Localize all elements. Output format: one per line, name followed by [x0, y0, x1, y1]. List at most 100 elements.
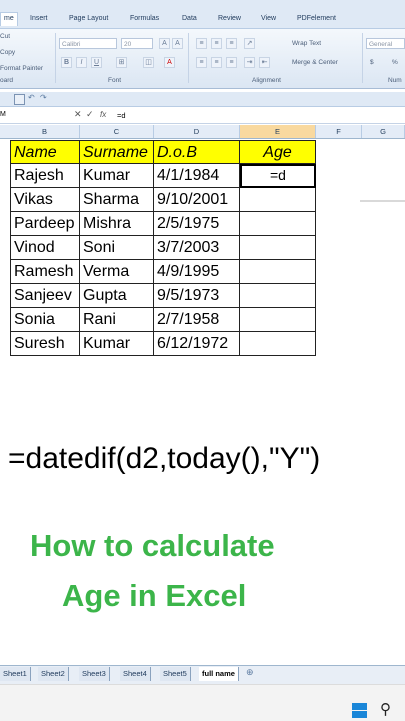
cell-name[interactable]: Pardeep — [10, 212, 80, 236]
insert-sheet-icon[interactable]: ⊕ — [246, 667, 254, 678]
fill-color-icon[interactable]: ◫ — [143, 57, 154, 68]
cell-surname[interactable]: Sharma — [80, 188, 154, 212]
cell-name[interactable]: Vinod — [10, 236, 80, 260]
cell-age[interactable] — [240, 308, 316, 332]
font-size-box[interactable]: 20 — [121, 38, 153, 49]
cell-dob[interactable]: 9/5/1973 — [154, 284, 240, 308]
cell-age[interactable] — [240, 332, 316, 356]
tab-formulas[interactable]: Formulas — [130, 15, 159, 22]
sheet-tab-active[interactable]: full name — [199, 667, 239, 681]
cell-surname[interactable]: Kumar — [80, 164, 154, 188]
formula-bar: M ✕ ✓ fx =d — [0, 108, 405, 124]
column-header-c[interactable]: C — [80, 125, 154, 138]
column-header-bar: B C D E F G — [0, 125, 405, 139]
enter-icon[interactable]: ✓ — [86, 109, 94, 120]
column-header-f[interactable]: F — [316, 125, 362, 138]
ribbon-tab-bar: me Insert Page Layout Formulas Data Revi… — [0, 0, 405, 29]
format-painter-button[interactable]: Format Painter — [0, 65, 43, 72]
cell-surname[interactable]: Kumar — [80, 332, 154, 356]
cell-dob[interactable]: 6/12/1972 — [154, 332, 240, 356]
header-dob[interactable]: D.o.B — [154, 140, 240, 164]
sheet-tab[interactable]: Sheet2 — [38, 667, 69, 681]
cell-name[interactable]: Ramesh — [10, 260, 80, 284]
column-header-d[interactable]: D — [154, 125, 240, 138]
font-color-icon[interactable]: A — [164, 57, 175, 68]
merge-center-button[interactable]: Merge & Center — [292, 59, 338, 66]
column-header-g[interactable]: G — [362, 125, 405, 138]
tab-review[interactable]: Review — [218, 15, 241, 22]
cell-surname[interactable]: Mishra — [80, 212, 154, 236]
cell-age[interactable] — [240, 212, 316, 236]
font-name-box[interactable]: Calibri — [59, 38, 117, 49]
cell-dob[interactable]: 3/7/2003 — [154, 236, 240, 260]
column-header-b[interactable]: B — [10, 125, 80, 138]
cell-name[interactable]: Sanjeev — [10, 284, 80, 308]
italic-button[interactable]: I — [76, 57, 87, 68]
function-icon[interactable]: fx — [100, 110, 106, 119]
align-left-icon[interactable]: ≡ — [196, 57, 207, 68]
cancel-icon[interactable]: ✕ — [74, 109, 82, 120]
cell-dob[interactable]: 9/10/2001 — [154, 188, 240, 212]
formula-content[interactable]: =d — [117, 111, 126, 120]
wrap-text-button[interactable]: Wrap Text — [292, 40, 321, 47]
cell-dob[interactable]: 4/9/1995 — [154, 260, 240, 284]
name-box[interactable]: M — [0, 111, 6, 118]
sheet-tab[interactable]: Sheet1 — [0, 667, 31, 681]
cell-surname[interactable]: Gupta — [80, 284, 154, 308]
cell-dob[interactable]: 2/7/1958 — [154, 308, 240, 332]
cell-name[interactable]: Suresh — [10, 332, 80, 356]
shrink-font-button[interactable]: A — [172, 38, 183, 49]
cell-name[interactable]: Sonia — [10, 308, 80, 332]
cell-age-active[interactable]: =d — [240, 164, 316, 188]
align-center-icon[interactable]: ≡ — [211, 57, 222, 68]
cell-age[interactable] — [240, 188, 316, 212]
align-middle-icon[interactable]: ≡ — [211, 38, 222, 49]
cell-age[interactable] — [240, 236, 316, 260]
cell-surname[interactable]: Soni — [80, 236, 154, 260]
redo-icon[interactable]: ↷ — [40, 93, 47, 102]
outdent-icon[interactable]: ⇤ — [259, 57, 270, 68]
copy-button[interactable]: Copy — [0, 49, 15, 56]
underline-button[interactable]: U — [91, 57, 102, 68]
cell-age[interactable] — [240, 260, 316, 284]
tab-pdfelement[interactable]: PDFelement — [297, 15, 336, 22]
cell-age[interactable] — [240, 284, 316, 308]
align-top-icon[interactable]: ≡ — [196, 38, 207, 49]
search-icon[interactable]: ⚲ — [380, 700, 391, 718]
header-surname[interactable]: Surname — [80, 140, 154, 164]
header-age[interactable]: Age — [240, 140, 316, 164]
indent-icon[interactable]: ⇥ — [244, 57, 255, 68]
tab-view[interactable]: View — [261, 15, 276, 22]
cell-name[interactable]: Vikas — [10, 188, 80, 212]
sheet-tab-bar: Sheet1 Sheet2 Sheet3 Sheet4 Sheet5 full … — [0, 665, 405, 684]
save-icon[interactable] — [14, 94, 25, 105]
cell-surname[interactable]: Rani — [80, 308, 154, 332]
tab-page-layout[interactable]: Page Layout — [69, 15, 108, 22]
ribbon-divider — [362, 33, 363, 83]
ribbon-divider — [55, 33, 56, 83]
align-bottom-icon[interactable]: ≡ — [226, 38, 237, 49]
cell-surname[interactable]: Verma — [80, 260, 154, 284]
currency-button[interactable]: $ — [370, 59, 374, 66]
cell-name[interactable]: Rajesh — [10, 164, 80, 188]
tab-home[interactable]: me — [0, 12, 18, 26]
orientation-icon[interactable]: ↗ — [244, 38, 255, 49]
undo-icon[interactable]: ↶ — [28, 93, 35, 102]
cell-dob[interactable]: 2/5/1975 — [154, 212, 240, 236]
tab-data[interactable]: Data — [182, 15, 197, 22]
cut-button[interactable]: Cut — [0, 33, 10, 40]
percent-button[interactable]: % — [392, 59, 398, 66]
grow-font-button[interactable]: A — [159, 38, 170, 49]
number-format-box[interactable]: General — [366, 38, 405, 49]
borders-icon[interactable]: ⊞ — [116, 57, 127, 68]
tab-insert[interactable]: Insert — [30, 15, 48, 22]
column-header-e[interactable]: E — [240, 125, 316, 138]
sheet-tab[interactable]: Sheet5 — [160, 667, 191, 681]
sheet-tab[interactable]: Sheet4 — [120, 667, 151, 681]
header-name[interactable]: Name — [10, 140, 80, 164]
cell-dob[interactable]: 4/1/1984 — [154, 164, 240, 188]
sheet-tab[interactable]: Sheet3 — [79, 667, 110, 681]
align-right-icon[interactable]: ≡ — [226, 57, 237, 68]
bold-button[interactable]: B — [61, 57, 72, 68]
ribbon-divider — [188, 33, 189, 83]
